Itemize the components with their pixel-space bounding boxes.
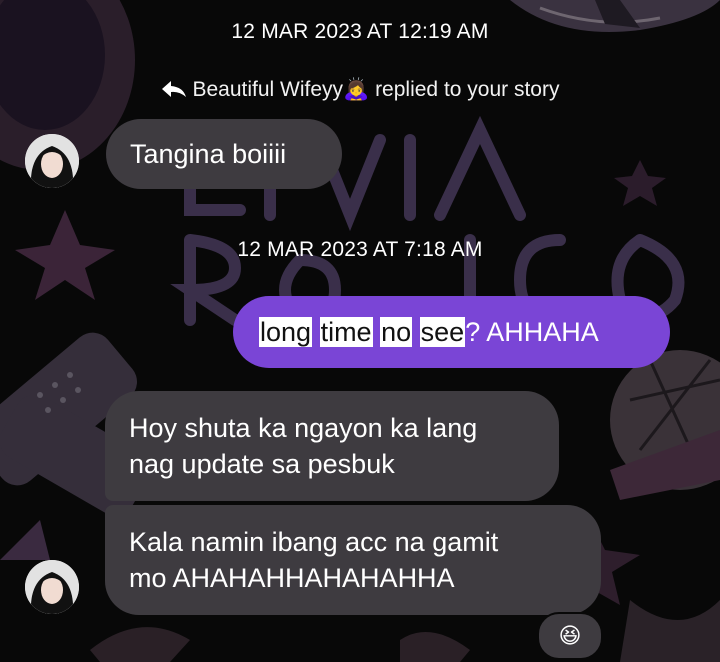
- avatar-image: [25, 560, 79, 614]
- story-reply-note: Beautiful Wifeyy🙇‍♀️ replied to your sto…: [0, 78, 720, 102]
- search-highlight: see: [419, 317, 466, 347]
- avatar[interactable]: [25, 560, 79, 614]
- message-text: ? AHHAHA: [465, 317, 599, 347]
- message-text: [373, 317, 381, 347]
- sender-emoji: 🙇‍♀️: [343, 78, 370, 101]
- message-text-line: mo AHAHAHHAHAHAHHA: [129, 563, 455, 593]
- incoming-message-bubble[interactable]: Tangina boiiii: [106, 119, 342, 189]
- avatar[interactable]: [25, 134, 79, 188]
- search-highlight: long: [259, 317, 313, 347]
- message-text-line: Hoy shuta ka ngayon ka lang: [129, 413, 478, 443]
- message-text: Tangina boiiii: [130, 139, 287, 169]
- incoming-message-bubble[interactable]: Kala namin ibang acc na gamit mo AHAHAHH…: [105, 505, 601, 615]
- laughing-emoji-icon: 😆: [558, 623, 582, 648]
- search-highlight: time: [319, 317, 373, 347]
- timestamp: 12 MAR 2023 AT 7:18 AM: [237, 238, 483, 261]
- reply-arrow-icon: [161, 81, 186, 97]
- incoming-message-bubble[interactable]: Hoy shuta ka ngayon ka lang nag update s…: [105, 391, 559, 501]
- outgoing-message-bubble[interactable]: long time no see? AHHAHA: [233, 296, 670, 368]
- message-text-line: Kala namin ibang acc na gamit: [129, 527, 499, 557]
- message-text: [312, 317, 320, 347]
- message-reaction[interactable]: 😆: [537, 612, 603, 660]
- avatar-image: [25, 134, 79, 188]
- reply-sender-name: Beautiful Wifeyy: [192, 78, 344, 101]
- reply-note-text: replied to your story: [375, 78, 560, 101]
- search-highlight: no: [380, 317, 413, 347]
- message-text-line: nag update sa pesbuk: [129, 449, 395, 479]
- message-text: [412, 317, 420, 347]
- timestamp: 12 MAR 2023 AT 12:19 AM: [231, 20, 489, 43]
